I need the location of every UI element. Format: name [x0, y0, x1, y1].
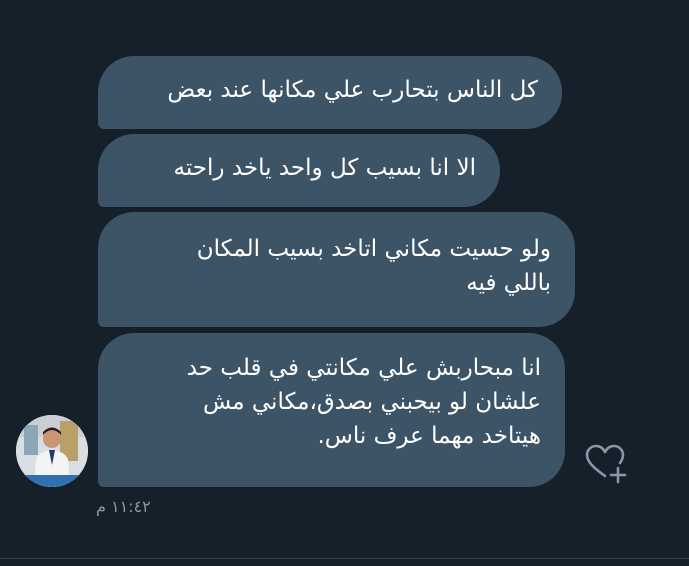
dm-conversation-screen: كل الناس بتحارب علي مكانها عند بعض الا ا… — [0, 0, 689, 566]
heart-plus-icon — [585, 444, 627, 484]
message-text: ولو حسيت مكاني اتاخد بسيب المكان — [196, 236, 551, 262]
message-text: هيتاخد مهما عرف ناس. — [317, 423, 541, 449]
person-avatar-icon — [16, 415, 88, 487]
message-text: باللي فيه — [466, 270, 551, 296]
message-text: كل الناس بتحارب علي مكانها عند بعض — [167, 77, 538, 103]
sender-avatar[interactable] — [16, 415, 88, 487]
message-bubble[interactable]: كل الناس بتحارب علي مكانها عند بعض — [98, 56, 562, 129]
message-text: انا مبحاربش علي مكانتي في قلب حد — [186, 355, 541, 381]
message-timestamp: ١١:٤٢ م — [96, 497, 151, 516]
divider — [0, 558, 689, 559]
message-bubble[interactable]: الا انا بسيب كل واحد ياخد راحته — [98, 134, 500, 207]
react-button[interactable] — [584, 442, 628, 486]
message-bubble[interactable]: انا مبحاربش علي مكانتي في قلب حد علشان ل… — [98, 333, 565, 487]
message-text: علشان لو بيحبني بصدق،مكاني مش — [202, 389, 541, 415]
message-text: الا انا بسيب كل واحد ياخد راحته — [173, 155, 476, 181]
message-bubble[interactable]: ولو حسيت مكاني اتاخد بسيب المكان باللي ف… — [98, 212, 575, 327]
